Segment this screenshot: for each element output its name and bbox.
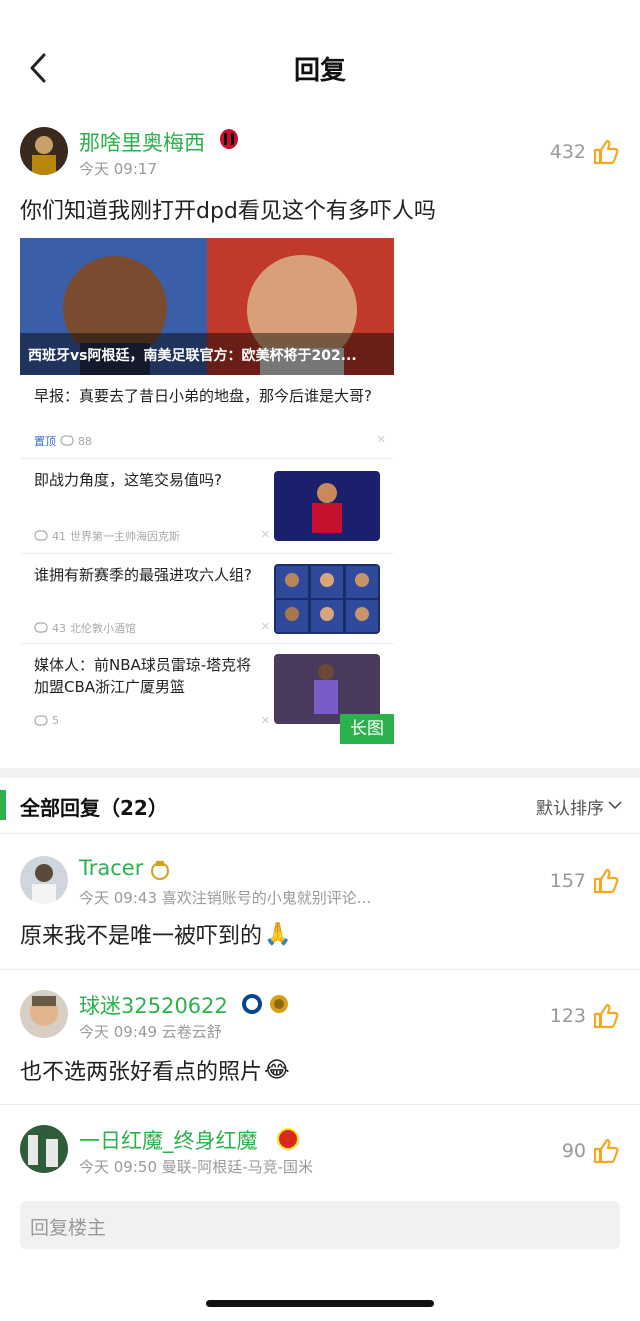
comment-icon [34,530,48,541]
reply-time: 今天 09:49 [79,1023,157,1041]
reply-item: Tracer 今天 09:43 喜欢注销账号的小鬼就别评论... 157 原来我… [0,833,640,969]
news-meta: 41 世界第一主帅海因克斯 [34,528,180,544]
reply-item: 球迷32520622 今天 09:49 云卷云舒 123 也不选两张好看点的照片… [0,969,640,1104]
comment-count: 88 [78,434,92,448]
top-bar: 回复 [0,0,640,120]
close-icon: ✕ [376,433,386,446]
post-like-button[interactable]: 432 [550,138,620,166]
hero-caption: 西班牙vs阿根廷，南美足联官方：欧美杯将于202... [28,348,357,364]
reply-text: 也不选两张好看点的照片 😂 [20,1054,290,1086]
reply-meta: 今天 09:50 曼联-阿根廷-马竞-国米 [79,1156,313,1177]
list-item: 媒体人：前NBA球员雷琼-塔克将加盟CBA浙江广厦男篮 5 ✕ [20,644,394,744]
reply-username[interactable]: 一日红魔_终身红魔 [79,1125,258,1155]
section-marker [0,790,6,820]
reply-meta: 今天 09:43 喜欢注销账号的小鬼就别评论... [79,887,371,908]
thumbs-up-icon [593,1138,619,1164]
news-title: 媒体人：前NBA球员雷琼-塔克将加盟CBA浙江广厦男篮 [34,656,252,696]
post-image[interactable]: 西班牙vs阿根廷，南美足联官方：欧美杯将于202... 早报：真要去了昔日小弟的… [20,238,394,744]
close-icon: ✕ [260,714,270,727]
reply-time: 今天 09:50 [79,1158,157,1176]
reply-username[interactable]: Tracer [79,856,143,880]
section-divider [0,768,640,778]
reply-meta: 今天 09:49 云卷云舒 [79,1021,222,1042]
replies-header: 全部回复（22） 默认排序 [0,782,640,830]
medal-icon [270,995,288,1013]
comment-icon [34,622,48,633]
team-badge-icon [220,129,238,149]
comment-count: 43 [52,621,66,635]
reply-text: 原来我不是唯一被吓到的 🙏 [20,918,291,950]
close-icon: ✕ [260,528,270,541]
reply-input-placeholder: 回复楼主 [30,1217,107,1239]
thumbs-up-icon [593,139,619,165]
hero-image: 西班牙vs阿根廷，南美足联官方：欧美杯将于202... [20,238,394,375]
news-source: 世界第一主帅海因克斯 [70,530,180,543]
long-image-badge: 长图 [340,714,394,744]
avatar[interactable] [20,990,68,1038]
pray-emoji-icon: 🙏 [264,921,292,947]
thumbs-up-icon [593,1003,619,1029]
comment-count: 5 [52,714,59,727]
news-title: 即战力角度，这笔交易值吗? [34,471,222,489]
news-meta: 5 [34,714,59,727]
page-title: 回复 [293,56,346,86]
news-meta: 43 北伦敦小酒馆 [34,620,136,636]
post-username[interactable]: 那啥里奥梅西 [79,127,205,157]
like-count: 432 [549,141,586,163]
like-count: 123 [549,1005,586,1027]
laugh-cry-emoji-icon: 😂 [264,1057,290,1083]
pin-tag: 置顶 [34,435,56,448]
reply-like-button[interactable]: 123 [550,1002,620,1030]
chevron-down-icon[interactable] [608,798,622,812]
reply-time: 今天 09:43 [79,889,157,907]
comment-icon [34,714,48,726]
like-count: 157 [549,870,586,892]
list-item: 谁拥有新赛季的最强进攻六人组? 43 北伦敦小酒馆 ✕ [20,554,394,644]
thumbs-up-icon [593,868,619,894]
reply-signature: 云卷云舒 [161,1023,222,1041]
reply-like-button[interactable]: 90 [562,1137,620,1165]
news-thumbnail [274,471,380,541]
replies-count-title: 全部回复（22） [20,796,168,820]
news-meta: 置顶 88 [34,433,92,449]
reply-username[interactable]: 球迷32520622 [79,990,228,1020]
reply-signature: 喜欢注销账号的小鬼就别评论... [161,889,372,907]
news-title: 谁拥有新赛季的最强进攻六人组? [34,566,252,584]
avatar[interactable] [20,856,68,904]
reply-text-content: 原来我不是唯一被吓到的 [20,924,263,949]
team-badge-icon [151,861,169,880]
list-item: 即战力角度，这笔交易值吗? 41 世界第一主帅海因克斯 ✕ [20,459,394,554]
list-item: 早报：真要去了昔日小弟的地盘，那今后谁是大哥? 置顶 88 ✕ [20,375,394,459]
reply-text-content: 也不选两张好看点的照片 [20,1060,263,1085]
post-text: 你们知道我刚打开dpd看见这个有多吓人吗 [20,199,436,224]
man-united-badge-icon [277,1128,299,1150]
sort-dropdown[interactable]: 默认排序 [536,794,604,819]
post-time: 今天 09:17 [79,160,157,178]
comment-icon [60,435,74,446]
news-source: 北伦敦小酒馆 [70,622,136,635]
avatar[interactable] [20,1125,68,1173]
reply-like-button[interactable]: 157 [550,867,620,895]
close-icon: ✕ [260,620,270,633]
home-indicator [206,1300,434,1307]
news-thumbnail [274,564,380,634]
news-title: 早报：真要去了昔日小弟的地盘，那今后谁是大哥? [34,387,372,405]
avatar[interactable] [20,127,68,175]
reply-input[interactable]: 回复楼主 [20,1201,620,1249]
like-count: 90 [561,1140,586,1162]
comment-count: 41 [52,529,66,543]
chelsea-badge-icon [242,994,262,1014]
reply-item: 一日红魔_终身红魔 今天 09:50 曼联-阿根廷-马竞-国米 90 [0,1104,640,1184]
reply-signature: 曼联-阿根廷-马竞-国米 [161,1158,314,1176]
